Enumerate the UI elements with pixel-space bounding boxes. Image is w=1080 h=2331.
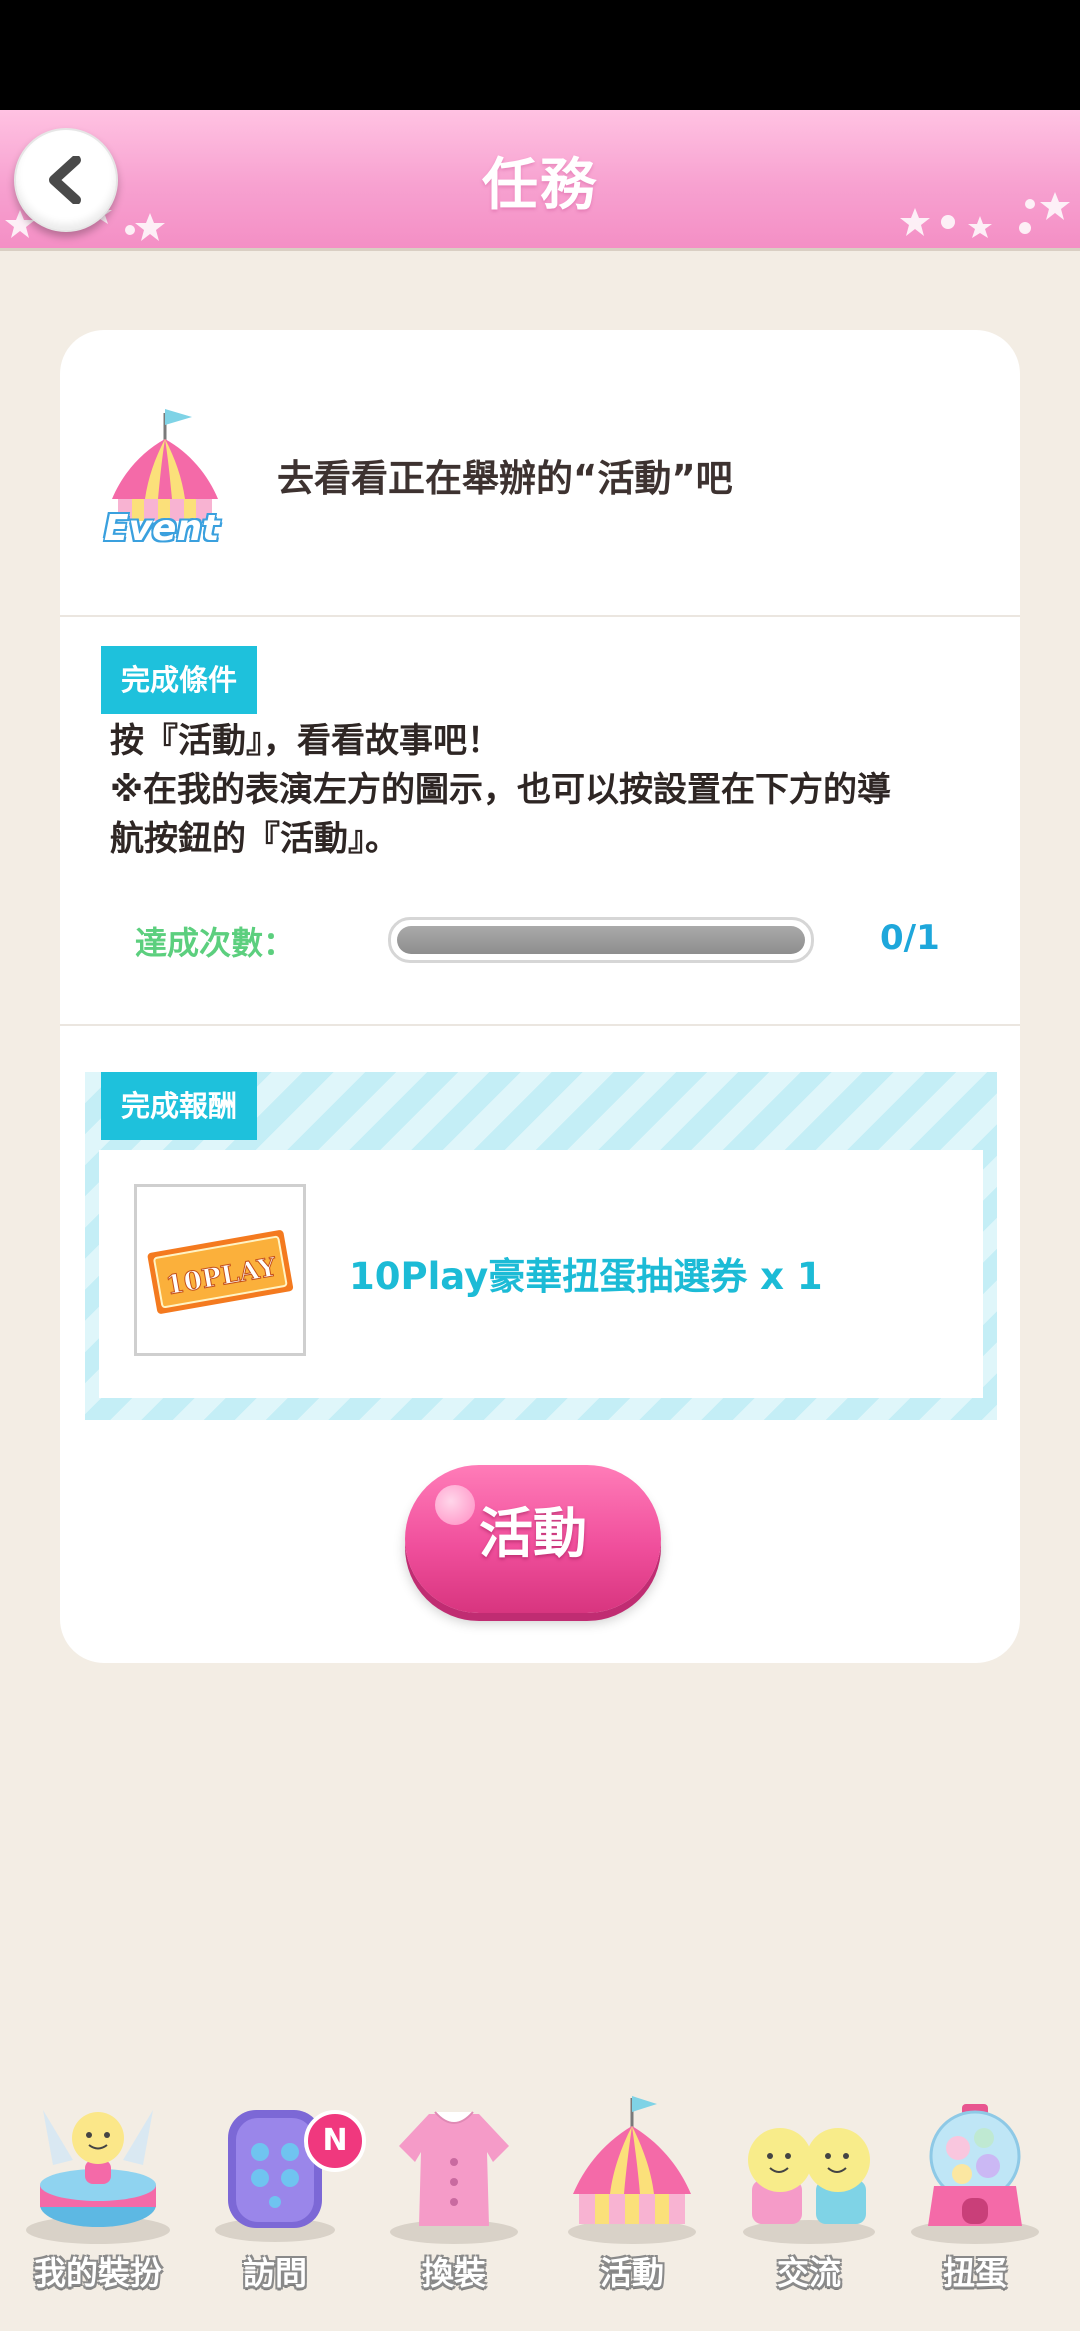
reward-item-name: 10Play豪華扭蛋抽選券 x 1 [349,1255,823,1298]
reward-item-thumbnail[interactable]: 10PLAY [134,1184,306,1356]
nav-label: 扭蛋 [942,2254,1007,2292]
nav-item-my-outfit[interactable]: 我的裝扮 [13,2090,183,2292]
condition-tag: 完成條件 [101,646,258,714]
progress-bar [388,917,814,963]
nav-label: 活動 [599,2254,664,2292]
divider-top [60,615,1020,617]
mission-title: 去看看正在舉辦的“活動”吧 [277,457,733,500]
stage-doll-icon [26,2110,170,2244]
dress-icon [390,2111,518,2244]
gacha-machine-icon [911,2104,1039,2244]
nav-label: 交流 [776,2254,841,2292]
progress-bar-empty [397,926,805,954]
nav-item-social[interactable]: 交流 [724,2090,894,2292]
nav-label: 訪問 [242,2254,307,2292]
bottom-navigation: 我的裝扮 N 訪問 換裝 活動 交流 扭蛋 [0,2090,1080,2331]
nav-label: 換裝 [421,2254,486,2292]
condition-text: 按『活動』，看看故事吧！ ※在我的表演左方的圖示，也可以按設置在下方的導 航按鈕… [110,717,990,864]
reward-item-row: 10PLAY 10Play豪華扭蛋抽選券 x 1 [99,1150,983,1398]
divider-middle [60,1024,1020,1026]
condition-line-2: ※在我的表演左方的圖示，也可以按設置在下方的導 [110,770,892,810]
header-bar: 任務 [0,110,1080,251]
circus-tent-icon [568,2096,696,2244]
two-friends-icon [743,2128,875,2244]
page-title: 任務 [482,153,598,218]
event-icon-label: Event [104,508,220,549]
condition-line-3: 航按鈕的『活動』。 [110,819,399,859]
nav-item-dress-up[interactable]: 換裝 [369,2090,539,2292]
notification-badge: N [304,2110,366,2172]
nav-item-gacha[interactable]: 扭蛋 [890,2090,1060,2292]
nav-label: 我的裝扮 [33,2254,162,2292]
progress-count: 0/1 [880,918,940,958]
button-gloss [435,1485,475,1525]
mission-card: Event 去看看正在舉辦的“活動”吧 完成條件 按『活動』，看看故事吧！ ※在… [60,330,1020,1663]
gacha-ticket-icon: 10PLAY [147,1230,294,1314]
condition-line-1: 按『活動』，看看故事吧！ [110,721,501,761]
reward-tag: 完成報酬 [101,1072,258,1140]
reward-section: 完成報酬 10PLAY 10Play豪華扭蛋抽選券 x 1 [85,1072,997,1420]
nav-item-event[interactable]: 活動 [547,2090,717,2292]
status-bar [0,0,1080,110]
event-button[interactable]: 活動 [405,1465,661,1613]
progress-label: 達成次數： [135,924,296,962]
event-button-label: 活動 [479,1502,587,1565]
nav-item-visit[interactable]: N 訪問 [190,2090,366,2292]
